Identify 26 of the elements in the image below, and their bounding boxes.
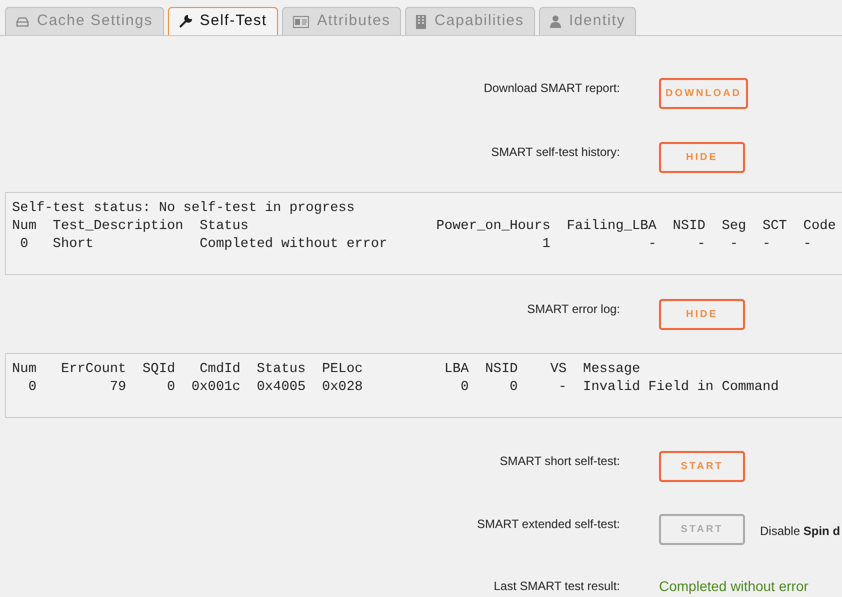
log-line: Self-test status: No self-test in progress	[12, 200, 355, 218]
tab[interactable]: Self-Test	[168, 7, 278, 35]
building-icon	[416, 14, 426, 28]
action-button[interactable]: START	[659, 451, 745, 482]
log-line: 0 Short Completed without error 1 - - - - -	[19, 236, 812, 254]
log-line: Num Test_Description Status Power_on_Hours Failing_LBA NSID Seg SCT Code	[12, 218, 836, 236]
tab[interactable]: Attributes	[282, 7, 402, 35]
log-line: Num ErrCount SQId CmdId Status PELoc LBA NSID VS Message	[12, 361, 640, 379]
result-text: Completed without error	[659, 577, 808, 596]
action-button[interactable]: HIDE	[659, 299, 745, 330]
field-label: Last SMART test result:	[492, 578, 620, 595]
field-label: Download SMART report:	[482, 80, 620, 97]
person-icon	[550, 15, 562, 28]
wrench-icon	[178, 15, 192, 28]
tab[interactable]: Cache Settings	[5, 7, 164, 35]
action-button[interactable]: DOWNLOAD	[659, 78, 748, 109]
id-card-icon	[293, 16, 310, 28]
field-label: SMART short self-test:	[498, 453, 620, 470]
action-button[interactable]: HIDE	[659, 142, 745, 173]
field-label: SMART self-test history:	[490, 144, 620, 161]
log-line: 0 79 0 0x001c 0x4005 0x028 0 0 - Invalid Field in Command	[27, 379, 779, 397]
field-label: SMART extended self-test:	[476, 516, 620, 533]
note-text: Disable Spin d	[760, 523, 840, 540]
field-label: SMART error log:	[526, 301, 620, 318]
tab[interactable]: Capabilities	[405, 7, 536, 35]
tab[interactable]: Identity	[539, 7, 636, 35]
